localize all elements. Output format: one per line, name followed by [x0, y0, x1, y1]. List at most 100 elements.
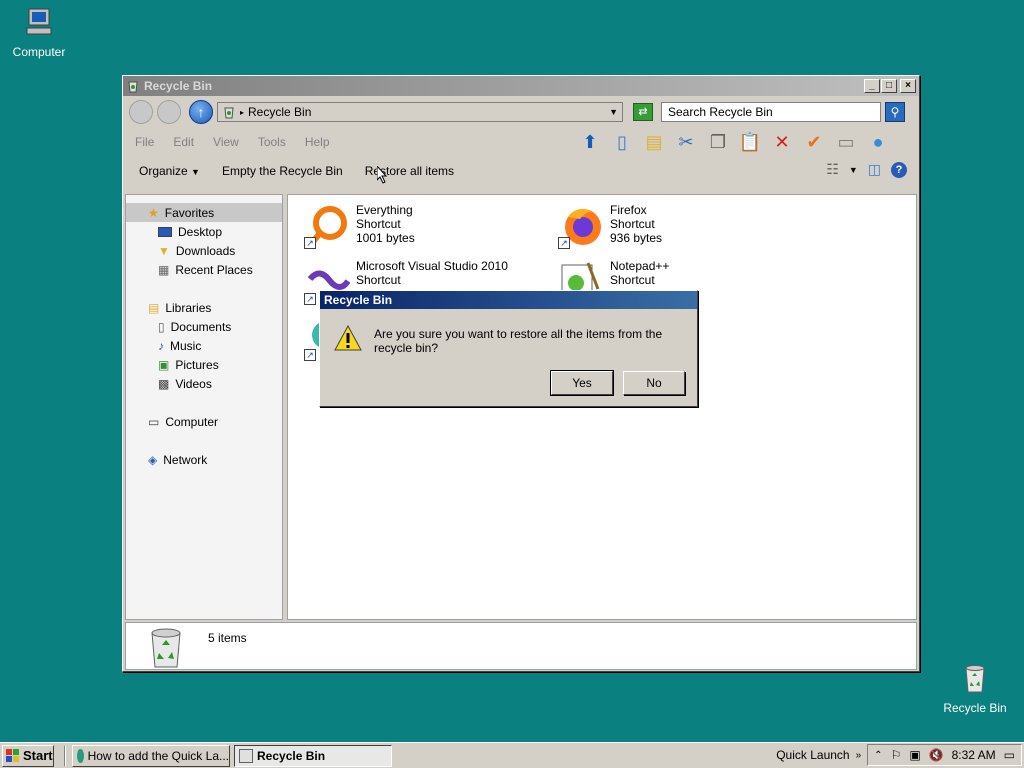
confirm-restore-dialog: Recycle Bin Are you sure you want to res…: [319, 290, 698, 407]
firefox-icon: ↗: [558, 203, 604, 249]
downloads-icon: ▼: [158, 243, 170, 258]
file-name: Firefox: [610, 203, 647, 217]
shortcut-arrow-icon: ↗: [304, 349, 316, 361]
window-titlebar[interactable]: Recycle Bin _ □ ×: [123, 76, 919, 96]
desktop-computer-icon[interactable]: Computer: [7, 6, 71, 59]
delete-icon[interactable]: ✕: [769, 130, 795, 154]
sidebar-item-network[interactable]: ◈ Network: [126, 450, 282, 469]
sidebar-item-downloads[interactable]: ▼ Downloads: [126, 241, 282, 260]
dialog-message: Are you sure you want to restore all the…: [374, 327, 663, 355]
properties-icon[interactable]: ▭: [833, 130, 859, 154]
menu-edit[interactable]: Edit: [173, 135, 194, 149]
sidebar-label: Desktop: [178, 224, 223, 239]
sidebar-label: Music: [170, 338, 202, 353]
quick-launch-label[interactable]: Quick Launch: [776, 748, 849, 762]
desktop-computer-label: Computer: [12, 45, 66, 59]
taskbar-item-recycle-bin[interactable]: Recycle Bin: [234, 744, 392, 767]
recycle-bin-icon: [965, 665, 985, 693]
paste-icon[interactable]: 📋: [737, 130, 763, 154]
help-globe-icon[interactable]: ●: [865, 130, 891, 154]
shortcut-arrow-icon: ↗: [304, 237, 316, 249]
computer-icon: ▭: [148, 414, 160, 429]
sidebar-label: Favorites: [164, 205, 215, 220]
mouse-cursor-icon: [377, 166, 387, 184]
flag-icon[interactable]: ⚐: [891, 748, 902, 762]
file-size: 936 bytes: [610, 231, 663, 245]
show-desktop-icon[interactable]: ▭: [1004, 748, 1015, 762]
sidebar-item-pictures[interactable]: ▣ Pictures: [126, 355, 282, 374]
folders-icon[interactable]: ▤: [641, 130, 667, 154]
start-label: Start: [23, 748, 53, 763]
sidebar-item-computer[interactable]: ▭ Computer: [126, 412, 282, 431]
clock[interactable]: 8:32 AM: [952, 748, 996, 762]
checkmark-icon[interactable]: ✔: [801, 130, 827, 154]
shortcut-arrow-icon: ↗: [558, 237, 570, 249]
refresh-button[interactable]: ⇄: [633, 103, 653, 121]
view-dropdown-icon[interactable]: ▼: [849, 165, 858, 175]
address-text: Recycle Bin: [248, 105, 312, 119]
sidebar-item-music[interactable]: ♪ Music: [126, 336, 282, 355]
sidebar-label: Recent Places: [175, 262, 253, 277]
recycle-bin-icon: [151, 628, 181, 668]
breadcrumb-caret-icon[interactable]: ▸: [240, 108, 244, 117]
sidebar-label: Pictures: [175, 357, 219, 372]
address-dropdown-icon[interactable]: ▼: [609, 107, 618, 117]
preview-pane-icon[interactable]: ◫: [868, 161, 881, 178]
menu-tools[interactable]: Tools: [258, 135, 286, 149]
navigation-pane: ★ Favorites Desktop ▼ Downloads ▦ Recent…: [125, 194, 283, 620]
taskbar-item-browser[interactable]: How to add the Quick La...: [72, 744, 230, 767]
maximize-button[interactable]: □: [881, 79, 897, 93]
view-options-icon[interactable]: ☷: [826, 161, 839, 178]
windows-logo-icon: [6, 748, 19, 762]
star-icon: ★: [148, 205, 159, 220]
sidebar-item-videos[interactable]: ▩ Videos: [126, 374, 282, 393]
menu-view[interactable]: View: [213, 135, 239, 149]
file-type: Shortcut: [356, 273, 401, 287]
quick-launch-expand-icon[interactable]: »: [856, 750, 862, 761]
sidebar-item-favorites[interactable]: ★ Favorites: [126, 203, 282, 222]
tray-expand-icon[interactable]: ⌃: [874, 750, 882, 761]
file-item-everything[interactable]: ↗ Everything Shortcut 1001 bytes: [304, 203, 415, 249]
cut-icon[interactable]: ✂: [673, 130, 699, 154]
sidebar-label: Network: [163, 452, 208, 467]
recycle-bin-icon: [239, 748, 253, 763]
desktop-recycle-bin[interactable]: Recycle Bin: [943, 662, 1007, 715]
organize-button[interactable]: Organize ▼: [139, 164, 200, 178]
network-tray-icon[interactable]: ▣: [909, 748, 920, 762]
details-pane: 5 items: [125, 622, 917, 670]
up-button[interactable]: ↑: [189, 100, 213, 124]
videos-icon: ▩: [158, 376, 170, 391]
help-icon[interactable]: ?: [891, 161, 907, 178]
taskbar: Start How to add the Quick La... Recycle…: [0, 742, 1024, 768]
minimize-button[interactable]: _: [864, 79, 880, 93]
file-type: Shortcut: [610, 217, 655, 231]
sidebar-item-recent-places[interactable]: ▦ Recent Places: [126, 260, 282, 279]
yes-button[interactable]: Yes: [550, 370, 614, 396]
start-button[interactable]: Start: [2, 744, 54, 767]
close-button[interactable]: ×: [900, 79, 916, 93]
sidebar-item-libraries[interactable]: ▤ Libraries: [126, 298, 282, 317]
file-type: Shortcut: [356, 217, 401, 231]
back-button[interactable]: [129, 100, 153, 124]
forward-button[interactable]: [157, 100, 181, 124]
volume-muted-icon[interactable]: 🔇: [929, 748, 944, 762]
browser-icon: [77, 748, 84, 763]
menu-file[interactable]: File: [135, 135, 154, 149]
network-icon: ◈: [148, 452, 158, 467]
sidebar-item-documents[interactable]: ▯ Documents: [126, 317, 282, 336]
copy-icon[interactable]: ❐: [705, 130, 731, 154]
up-folder-icon[interactable]: ⬆: [577, 130, 603, 154]
taskbar-separator: [64, 745, 66, 766]
file-item-firefox[interactable]: ↗ Firefox Shortcut 936 bytes: [558, 203, 662, 249]
taskbar-tray: Quick Launch » ⌃ ⚐ ▣ 🔇 8:32 AM ▭: [776, 744, 1022, 766]
search-input[interactable]: Search Recycle Bin: [661, 102, 881, 122]
no-button[interactable]: No: [623, 371, 685, 395]
dialog-title[interactable]: Recycle Bin: [320, 291, 697, 309]
preview-pane-icon[interactable]: ▯: [609, 130, 635, 154]
empty-recycle-bin-button[interactable]: Empty the Recycle Bin: [222, 164, 343, 178]
sidebar-item-desktop[interactable]: Desktop: [126, 222, 282, 241]
search-button[interactable]: ⚲: [885, 102, 905, 122]
menu-help[interactable]: Help: [305, 135, 330, 149]
address-field[interactable]: ▸ Recycle Bin ▼: [217, 102, 623, 122]
task-label: How to add the Quick La...: [87, 748, 229, 763]
